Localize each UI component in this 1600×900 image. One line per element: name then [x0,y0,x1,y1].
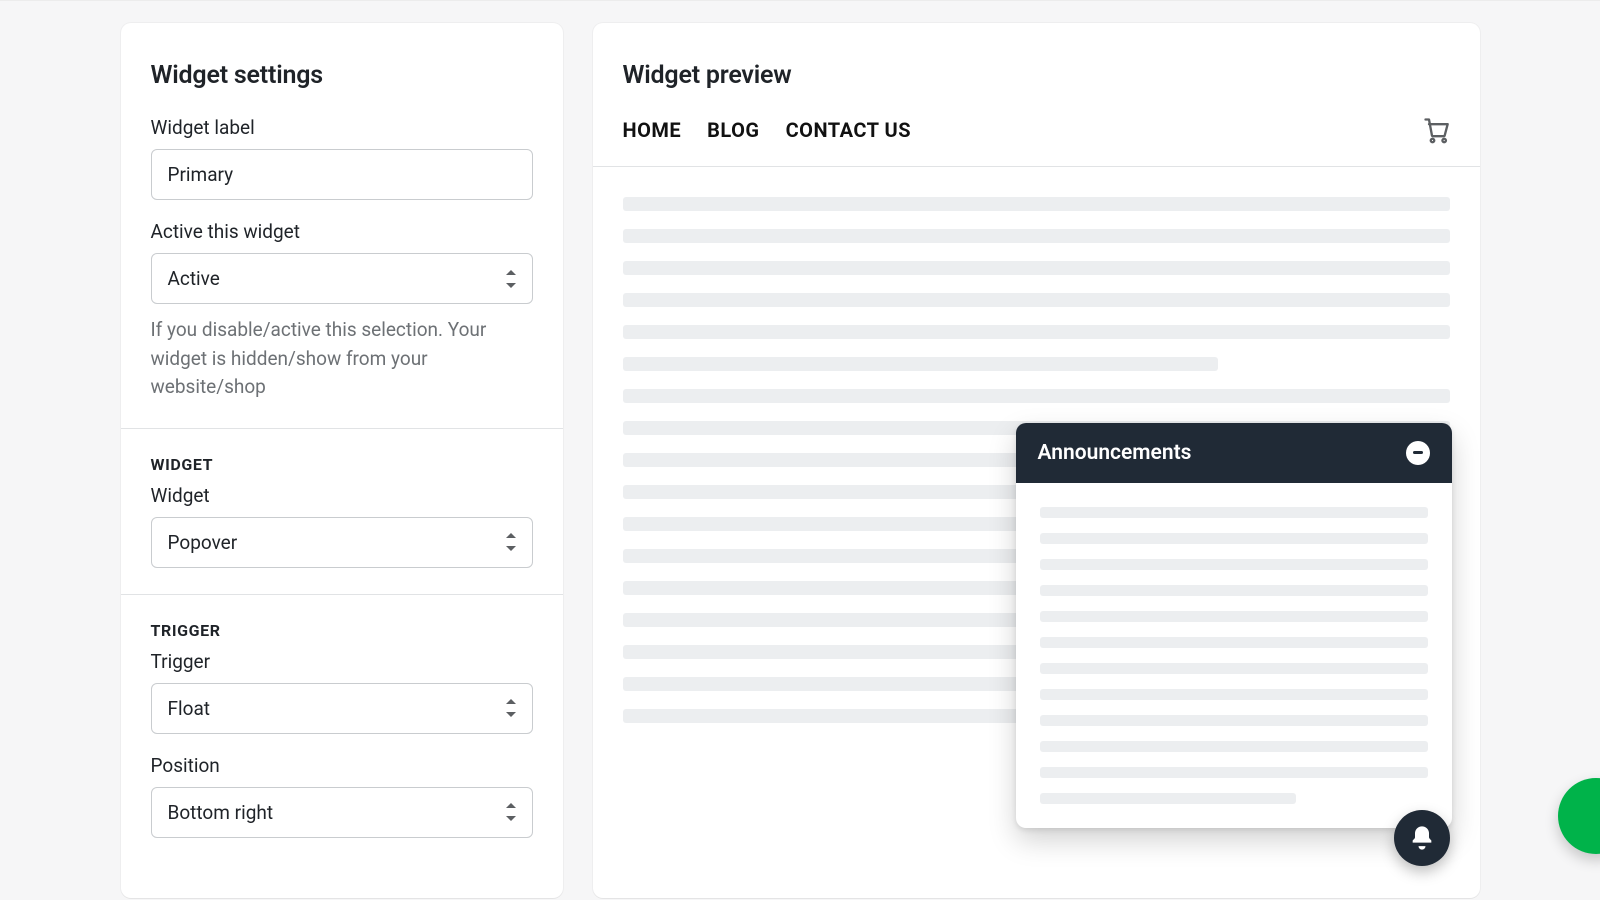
placeholder-line [623,357,1218,371]
widget-label-label: Widget label [151,116,533,139]
nav-home[interactable]: HOME [623,118,682,142]
placeholder-line [623,261,1450,275]
cart-icon[interactable] [1422,116,1450,144]
trigger-value: Float [168,697,211,720]
placeholder-line [623,197,1450,211]
select-caret-icon [504,533,518,551]
placeholder-line [1040,585,1428,596]
active-field: Active this widget Active If you disable… [151,220,533,402]
divider [121,428,563,429]
select-caret-icon [504,270,518,288]
placeholder-line [1040,611,1428,622]
widget-label-input[interactable] [151,149,533,200]
placeholder-line [1040,637,1428,648]
widget-label-field: Widget label [151,116,533,200]
active-select[interactable]: Active [151,253,533,304]
nav-contact[interactable]: CONTACT US [786,118,911,142]
placeholder-line [1040,559,1428,570]
active-label: Active this widget [151,220,533,243]
preview-navbar: HOME BLOG CONTACT US [593,116,1480,167]
settings-title: Widget settings [151,61,533,90]
widget-type-label: Widget [151,484,533,507]
position-field: Position Bottom right [151,754,533,838]
placeholder-line [623,325,1450,339]
active-help-text: If you disable/active this selection. Yo… [151,316,533,402]
placeholder-line [623,229,1450,243]
page-layout: Widget settings Widget label Active this… [0,1,1600,898]
bell-icon [1408,824,1436,852]
divider [121,594,563,595]
preview-title: Widget preview [623,61,1480,90]
placeholder-line [623,389,1450,403]
bell-trigger-button[interactable] [1394,810,1450,866]
placeholder-line [1040,663,1428,674]
trigger-section-header: TRIGGER [151,621,533,640]
widget-type-field: Widget Popover [151,484,533,568]
widget-type-select[interactable]: Popover [151,517,533,568]
placeholder-line [1040,793,1296,804]
placeholder-line [1040,507,1428,518]
placeholder-line [1040,533,1428,544]
popover-title: Announcements [1038,441,1192,465]
trigger-select[interactable]: Float [151,683,533,734]
placeholder-line [1040,767,1428,778]
widget-type-value: Popover [168,531,238,554]
trigger-label: Trigger [151,650,533,673]
select-caret-icon [504,699,518,717]
nav-blog[interactable]: BLOG [707,118,759,142]
preview-panel: Widget preview HOME BLOG CONTACT US [593,23,1480,898]
minimize-icon[interactable] [1406,441,1430,465]
popover-body [1016,483,1452,828]
active-select-value: Active [168,267,220,290]
placeholder-line [1040,715,1428,726]
select-caret-icon [504,803,518,821]
trigger-field: Trigger Float [151,650,533,734]
settings-panel: Widget settings Widget label Active this… [121,23,563,898]
popover-header: Announcements [1016,423,1452,483]
announcements-popover: Announcements [1016,423,1452,828]
position-value: Bottom right [168,801,274,824]
placeholder-line [623,293,1450,307]
placeholder-line [1040,741,1428,752]
placeholder-line [1040,689,1428,700]
position-select[interactable]: Bottom right [151,787,533,838]
position-label: Position [151,754,533,777]
widget-section-header: WIDGET [151,455,533,474]
